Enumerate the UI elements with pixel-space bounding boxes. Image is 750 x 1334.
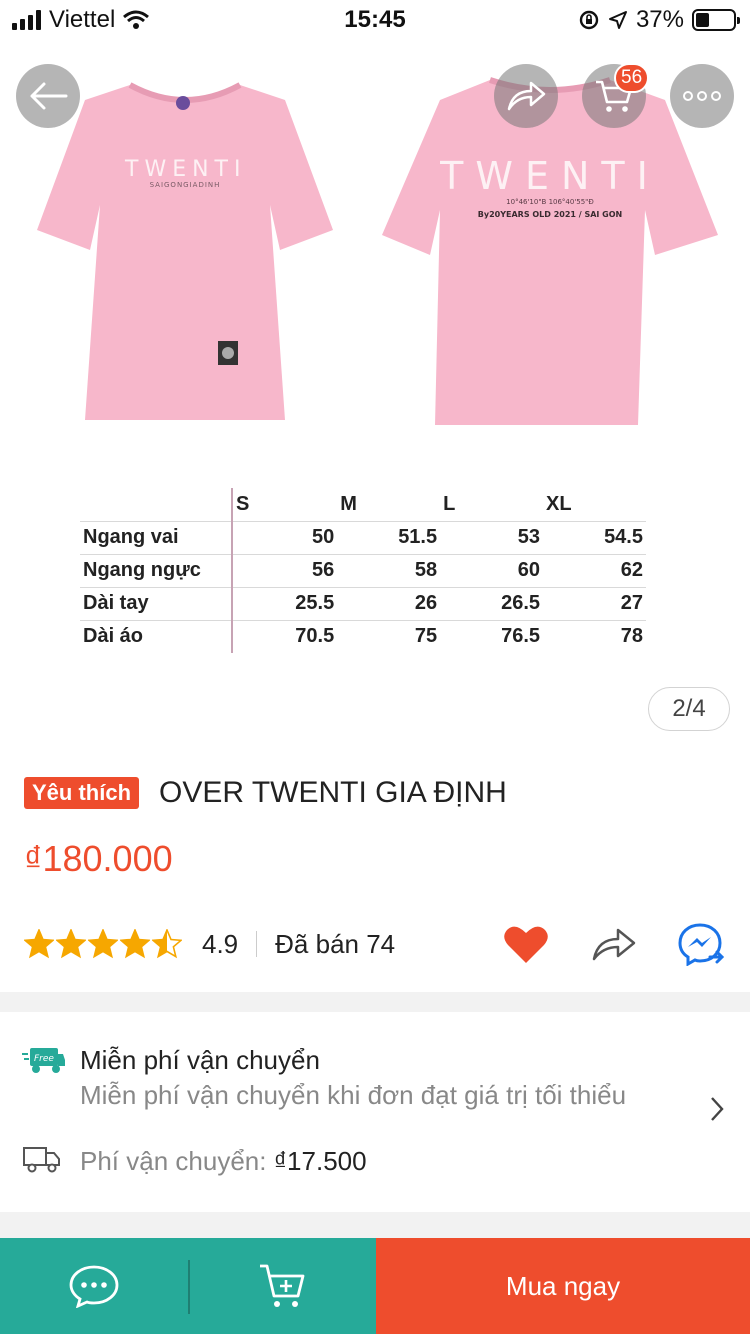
size-chart-row-label: Dài áo (80, 620, 233, 653)
size-chart-cell: 62 (620, 559, 643, 581)
truck-icon (22, 1144, 62, 1179)
size-chart-cell: 26 (414, 592, 438, 614)
size-chart-cell: 26.5 (501, 592, 541, 614)
buy-now-button[interactable]: Mua ngay (376, 1238, 750, 1334)
rating-value: 4.9 (202, 928, 239, 959)
add-to-cart-button[interactable] (188, 1238, 376, 1334)
back-print-logo: TWENTI (440, 154, 660, 198)
size-chart-cell: 54.5 (604, 526, 643, 548)
bottom-divider (188, 1260, 190, 1314)
shipping-title: Miễn phí vận chuyển (80, 1045, 320, 1075)
size-chart-cell: 75 (414, 625, 438, 648)
size-chart-header-cell: XL (546, 492, 572, 515)
bottom-action-bar: Mua ngay (0, 1238, 750, 1334)
add-to-cart-icon (260, 1264, 305, 1307)
product-title-row: Yêu thích OVER TWENTI GIA ĐỊNH (24, 776, 507, 810)
status-bar: Viettel 15:45 37% (0, 0, 750, 40)
size-chart-cell: 27 (620, 592, 643, 614)
sold-count: Đã bán 74 (275, 928, 396, 959)
back-print-tagline: By20YEARS OLD 2021 / SAI GON (477, 210, 623, 219)
chat-button[interactable] (0, 1238, 188, 1334)
shipping-fee-label: Phí vận chuyển: (80, 1146, 267, 1176)
back-print-coords: 10°46'10"B 106°40'55"Đ (506, 198, 594, 206)
shirt-front-image: TWENTI SAIGONGIADINH (35, 55, 335, 425)
share-icon (592, 928, 636, 961)
size-chart-cell: 50 (311, 526, 335, 548)
rating-stars (24, 929, 182, 959)
chat-icon (69, 1265, 119, 1308)
battery-percent: 37% (635, 6, 684, 33)
size-chart-header-cell: M (340, 492, 357, 515)
shipping-section[interactable]: Free Miễn phí vận chuyển Miễn phí vận ch… (0, 1012, 750, 1212)
image-page-indicator: 2/4 (648, 687, 730, 731)
product-title: OVER TWENTI GIA ĐỊNH (159, 776, 507, 809)
chevron-right-icon (711, 1097, 724, 1121)
section-divider (0, 992, 750, 1012)
size-chart-cell: 70.5 (295, 625, 335, 648)
size-chart-header-cell (80, 488, 233, 521)
product-actions (502, 920, 726, 968)
size-chart-row-label: Dài tay (80, 587, 233, 620)
size-chart-header-row: S M L XL (80, 488, 646, 521)
star-icon (56, 929, 86, 959)
shipping-description: Miễn phí vận chuyển khi đơn đạt giá trị … (80, 1080, 627, 1110)
star-icon (152, 929, 182, 959)
status-right: 37% (578, 6, 740, 34)
front-print-logo: TWENTI (125, 157, 247, 182)
more-dots-icon (683, 91, 721, 101)
rotation-lock-icon (579, 10, 599, 30)
heart-icon (504, 926, 548, 963)
size-chart-cell: 51.5 (398, 526, 438, 548)
section-divider (0, 1212, 750, 1238)
share-button-top[interactable] (494, 64, 558, 128)
size-chart-cell: 58 (414, 559, 438, 581)
shipping-fee-value: ₫17.500 (273, 1146, 367, 1176)
size-chart-cell: 25.5 (295, 592, 335, 614)
size-chart-row-label: Ngang ngực (80, 554, 233, 587)
size-chart-cell: 60 (517, 559, 541, 581)
size-chart-row: Dài áo 70.5 75 76.5 78 (80, 620, 646, 653)
size-chart-header-cell: S (236, 492, 250, 515)
messenger-icon (678, 923, 725, 966)
size-chart-row: Dài tay 25.5 26 26.5 27 (80, 587, 646, 620)
size-chart-table: S M L XL Ngang vai 50 51.5 53 54.5 Ngang… (80, 488, 646, 653)
arrow-left-icon (30, 82, 68, 110)
free-shipping-icon: Free (22, 1044, 66, 1083)
size-chart-cell: 76.5 (501, 625, 541, 648)
location-icon (608, 11, 627, 29)
star-icon (120, 929, 150, 959)
size-chart-row: Ngang vai 50 51.5 53 54.5 (80, 521, 646, 554)
cart-count-badge: 56 (614, 63, 650, 93)
front-print-sub: SAIGONGIADINH (149, 181, 221, 189)
size-chart-cell: 78 (620, 625, 643, 648)
more-options-button[interactable] (670, 64, 734, 128)
size-chart-row-label: Ngang vai (80, 521, 233, 554)
favorite-tag: Yêu thích (24, 777, 140, 809)
star-icon (24, 929, 54, 959)
star-icon (88, 929, 118, 959)
size-chart-header-cell: L (443, 492, 456, 515)
product-price: ₫180.000 (24, 838, 173, 879)
share-arrow-icon (507, 81, 546, 111)
like-button[interactable] (502, 920, 550, 968)
share-button[interactable] (590, 920, 638, 968)
divider (256, 931, 258, 957)
messenger-share-button[interactable] (678, 920, 726, 968)
free-badge-text: Free (34, 1054, 54, 1064)
size-chart-cell: 56 (311, 559, 335, 581)
shipping-fee: Phí vận chuyển: ₫17.500 (80, 1146, 367, 1177)
back-button[interactable] (16, 64, 80, 128)
size-chart-cell: 53 (517, 526, 541, 548)
rating-row: 4.9 Đã bán 74 (24, 920, 726, 968)
battery-icon (692, 9, 740, 31)
size-chart-row: Ngang ngực 56 58 60 62 (80, 554, 646, 587)
